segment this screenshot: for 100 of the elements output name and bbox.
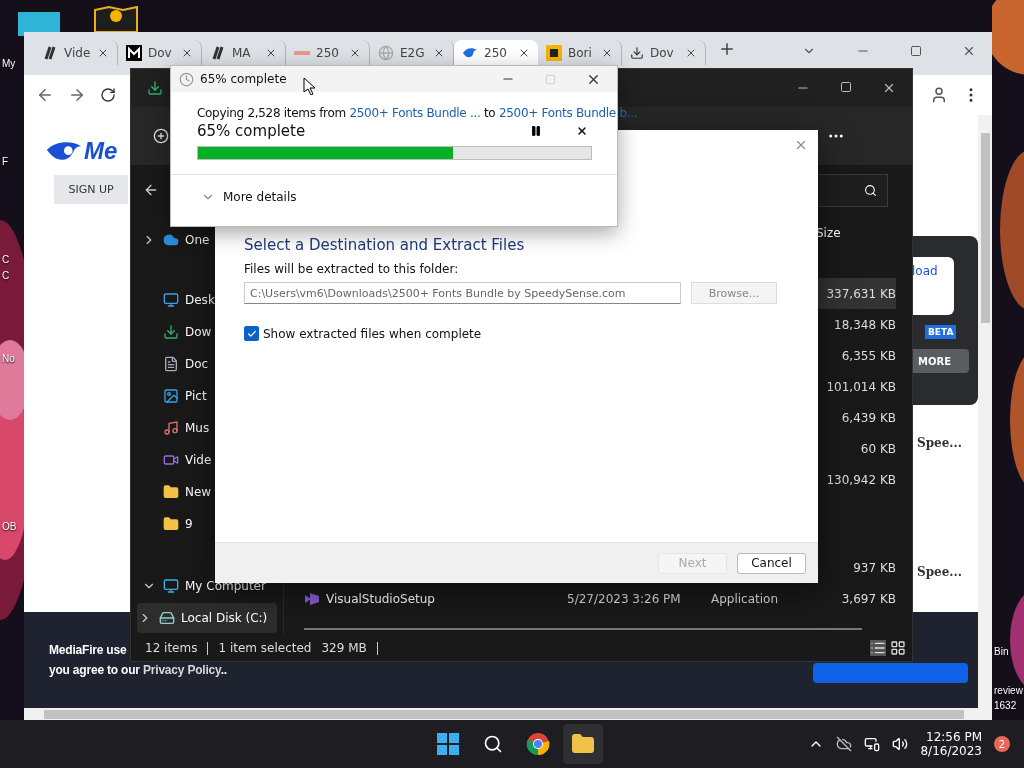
close-icon[interactable] xyxy=(962,44,976,58)
computer-icon xyxy=(163,578,179,594)
sign-up-button[interactable]: SIGN UP xyxy=(54,175,128,204)
browser-tab[interactable]: 250 xyxy=(454,40,538,65)
flame-icon xyxy=(462,46,478,59)
checkbox-label: Show extracted files when complete xyxy=(263,326,482,341)
desktop-icon-label: My xyxy=(2,58,16,69)
clock-icon xyxy=(179,71,194,87)
cloud-icon xyxy=(163,232,179,248)
globe-icon xyxy=(378,44,394,61)
music-icon xyxy=(163,420,179,436)
path-field[interactable]: C:\Users\vm6\Downloads\2500+ Fonts Bundle by SpeedySense.com xyxy=(244,282,681,304)
maximize-icon[interactable] xyxy=(840,81,852,93)
download-button[interactable]: load xyxy=(912,257,954,315)
slashes-icon xyxy=(42,45,58,60)
logo-icon xyxy=(546,44,562,61)
flame-logo-icon xyxy=(46,140,82,162)
file-size: 337,631 KB xyxy=(825,286,896,301)
folder-icon xyxy=(163,516,179,532)
file-size: 6,355 KB xyxy=(840,348,896,363)
back-icon[interactable] xyxy=(143,182,159,198)
selection-size: 329 MB xyxy=(321,641,367,655)
more-button[interactable]: MORE xyxy=(912,349,969,373)
stripe-icon xyxy=(294,50,310,55)
maximize-icon xyxy=(545,73,556,85)
desktop-icon-label: F xyxy=(2,156,9,167)
details-view-icon[interactable] xyxy=(870,640,886,656)
scrollbar[interactable] xyxy=(24,708,992,720)
sidebar-item[interactable]: My Computer xyxy=(137,571,277,601)
tiles-view-icon[interactable] xyxy=(890,640,906,656)
browser-icon xyxy=(526,732,550,756)
folder-icon xyxy=(163,484,179,500)
desktop-icon-label: OB xyxy=(2,521,17,532)
file-size: 60 KB xyxy=(859,441,896,456)
beta-badge: BETA xyxy=(925,325,957,339)
maximize-icon[interactable] xyxy=(910,45,922,57)
file-size: 130,942 KB xyxy=(825,472,896,487)
file-caption: Spee... xyxy=(917,436,963,450)
taskbar-app[interactable] xyxy=(563,724,603,764)
windows-logo-icon xyxy=(437,733,459,755)
desktop-icon-label: C xyxy=(2,270,10,281)
cookie-text: you agree to our Privacy Policy.. xyxy=(49,663,227,677)
field-label: Files will be extracted to this folder: xyxy=(244,262,460,276)
desktop-icon-label: review xyxy=(994,685,1023,696)
profile-icon[interactable] xyxy=(930,86,948,104)
logo-icon xyxy=(126,44,142,61)
desktop-icon-label: C xyxy=(2,254,10,265)
pictures-icon xyxy=(163,388,179,404)
slashes-icon xyxy=(210,45,226,60)
file-size: 6,439 KB xyxy=(840,410,896,425)
desktop-icon xyxy=(163,292,179,308)
privacy-policy-link[interactable]: Privacy Policy xyxy=(142,663,221,677)
search-icon xyxy=(864,183,877,197)
file-size: 3,697 KB xyxy=(840,591,896,606)
cancel-button[interactable]: Cancel xyxy=(737,552,806,574)
dialog-heading: Select a Destination and Extract Files xyxy=(244,236,526,254)
sidebar-item[interactable]: Local Disk (C:) xyxy=(137,603,277,633)
close-icon[interactable] xyxy=(882,81,896,95)
window-title: 65% complete xyxy=(200,72,287,86)
reload-icon[interactable] xyxy=(100,87,116,103)
file-row[interactable]: VisualStudioSetup 5/27/2023 3:26 PM Application 3,697 KB xyxy=(284,583,896,614)
file-date: 5/27/2023 3:26 PM xyxy=(567,591,682,606)
cloud-off-icon[interactable] xyxy=(836,736,853,752)
checkbox[interactable] xyxy=(244,326,259,341)
folder-link[interactable]: 2500+ Fonts Bundle b... xyxy=(498,106,638,120)
item-count: 12 items xyxy=(145,641,198,655)
document-icon xyxy=(163,356,179,372)
pause-icon[interactable] xyxy=(530,125,542,137)
app-icon xyxy=(304,591,320,606)
folder-link[interactable]: 2500+ Fonts Bundle ... xyxy=(349,106,481,120)
browser-tab[interactable]: Vide xyxy=(34,40,118,65)
cookie-text: MediaFire use xyxy=(49,643,127,657)
network-icon[interactable] xyxy=(864,736,881,752)
scrollbar[interactable] xyxy=(978,115,992,708)
volume-icon[interactable] xyxy=(892,736,909,752)
new-icon[interactable] xyxy=(153,128,169,144)
new-tab-icon[interactable] xyxy=(718,40,736,58)
search-icon xyxy=(483,734,503,754)
back-icon[interactable] xyxy=(36,86,54,104)
file-caption: Spee... xyxy=(917,565,963,579)
map-icon xyxy=(93,6,139,32)
download-icon xyxy=(630,45,644,60)
file-size: 101,014 KB xyxy=(825,379,896,394)
progress-status: 65% complete xyxy=(197,122,307,140)
browser-tab[interactable]: Dov xyxy=(622,40,706,65)
checkmark-icon xyxy=(246,328,257,339)
folder-icon xyxy=(571,732,595,756)
clock[interactable]: 12:56 PM 8/16/2023 xyxy=(920,730,982,758)
desktop-icon-label: 1632 xyxy=(994,700,1017,711)
selection-count: 1 item selected xyxy=(218,641,312,655)
file-name: VisualStudioSetup xyxy=(326,591,435,606)
forward-icon[interactable] xyxy=(68,86,86,104)
more-details-toggle[interactable]: More details xyxy=(223,190,297,204)
video-icon xyxy=(163,452,179,468)
logo-text: Me xyxy=(84,137,118,165)
browser-tab[interactable]: Dov xyxy=(118,40,202,65)
cancel-icon[interactable] xyxy=(576,125,588,137)
download-icon xyxy=(163,324,179,340)
file-type: Application xyxy=(711,591,780,606)
download-icon xyxy=(147,80,163,96)
